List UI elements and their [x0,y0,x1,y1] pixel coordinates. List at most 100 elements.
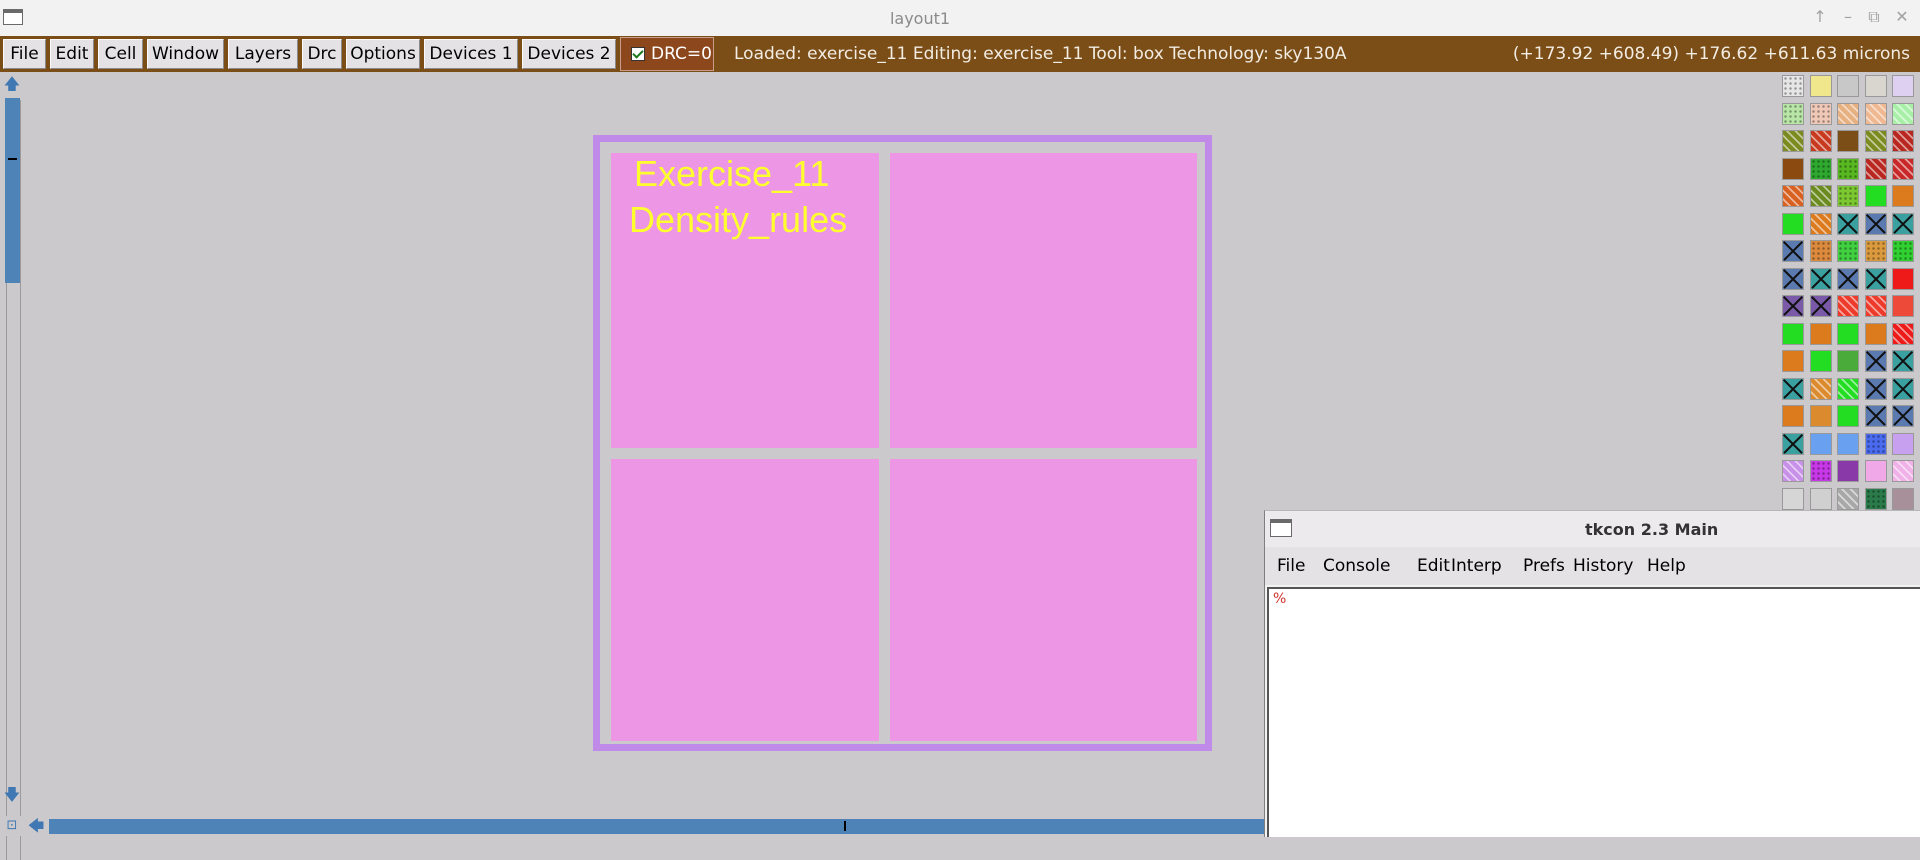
layer-swatch[interactable] [1864,130,1887,152]
tkcon-menu-prefs[interactable]: Prefs [1523,556,1565,576]
layer-swatch[interactable] [1809,240,1832,262]
layer-swatch[interactable] [1809,157,1832,180]
layer-swatch[interactable] [1809,267,1832,290]
tkcon-menu-interp[interactable]: Interp [1451,556,1502,576]
layer-swatch[interactable] [1782,432,1804,455]
layer-swatch[interactable] [1782,350,1804,372]
layer-swatch[interactable] [1809,487,1832,510]
layer-swatch[interactable] [1809,75,1832,97]
minimize-icon[interactable]: – [1838,7,1858,26]
layer-swatch[interactable] [1837,487,1859,510]
layer-swatch[interactable] [1864,350,1887,372]
layer-swatch[interactable] [1837,240,1859,262]
layer-swatch[interactable] [1782,240,1804,262]
layer-swatch[interactable] [1892,377,1914,400]
layer-swatch[interactable] [1837,212,1859,235]
layer-swatch[interactable] [1892,212,1914,235]
layer-swatch[interactable] [1809,130,1832,152]
menu-options[interactable]: Options [346,39,420,69]
layer-swatch[interactable] [1782,102,1804,125]
layer-swatch[interactable] [1782,212,1804,235]
layer-swatch[interactable] [1892,322,1914,345]
layer-swatch[interactable] [1782,322,1804,345]
arrow-up-icon[interactable]: 🡅 [3,75,21,93]
arrow-down-icon[interactable]: 🡇 [3,786,21,804]
layer-swatch[interactable] [1809,212,1832,235]
layer-swatch[interactable] [1809,350,1832,372]
layer-swatch[interactable] [1864,460,1887,482]
drc-checkbox[interactable] [631,47,645,61]
layer-swatch[interactable] [1864,157,1887,180]
layer-swatch[interactable] [1782,295,1804,317]
vertical-scroll-thumb[interactable] [5,98,20,283]
layer-swatch[interactable] [1809,322,1832,345]
layer-swatch[interactable] [1837,295,1859,317]
layer-swatch[interactable] [1837,185,1859,207]
layer-swatch[interactable] [1809,432,1832,455]
layer-swatch[interactable] [1782,377,1804,400]
layer-swatch[interactable] [1837,130,1859,152]
tkcon-menu-history[interactable]: History [1573,556,1633,576]
layer-swatch[interactable] [1782,487,1804,510]
layer-swatch[interactable] [1837,377,1859,400]
layer-swatch[interactable] [1782,267,1804,290]
menu-edit[interactable]: Edit [50,39,94,69]
layer-swatch[interactable] [1864,377,1887,400]
layer-swatch[interactable] [1782,185,1804,207]
maximize-icon[interactable]: ⧉ [1864,7,1884,27]
tkcon-menu-console[interactable]: Console [1323,556,1391,576]
density-cell-bottom-right[interactable] [890,459,1197,741]
layer-swatch[interactable] [1864,295,1887,317]
layer-swatch[interactable] [1892,405,1914,427]
layer-swatch[interactable] [1782,157,1804,180]
layer-swatch[interactable] [1892,75,1914,97]
layer-swatch[interactable] [1892,157,1914,180]
density-cell-top-right[interactable] [890,153,1197,448]
layer-swatch[interactable] [1809,460,1832,482]
tkcon-console[interactable]: % [1267,587,1920,837]
layer-swatch[interactable] [1782,75,1804,97]
layer-swatch[interactable] [1864,487,1887,510]
density-cell-bottom-left[interactable] [611,459,879,741]
tkcon-menu-help[interactable]: Help [1647,556,1686,576]
layer-swatch[interactable] [1864,322,1887,345]
layer-swatch[interactable] [1864,185,1887,207]
layer-swatch[interactable] [1892,487,1914,510]
horizontal-scroll-thumb[interactable] [49,819,1264,834]
arrow-left-icon[interactable]: 🡄 [27,817,45,835]
layer-swatch[interactable] [1809,295,1832,317]
layout-boundary[interactable]: Exercise_11 Density_rules [593,135,1212,751]
layer-swatch[interactable] [1864,432,1887,455]
keep-above-icon[interactable]: ↑ [1810,7,1830,26]
layer-swatch[interactable] [1892,432,1914,455]
layer-swatch[interactable] [1892,185,1914,207]
drc-toggle[interactable]: DRC=0 [620,37,714,71]
menu-cell[interactable]: Cell [98,39,143,69]
density-cell-top-left[interactable] [611,153,879,448]
tkcon-menu-edit[interactable]: Edit [1417,556,1450,576]
layer-swatch[interactable] [1892,267,1914,290]
layer-swatch[interactable] [1837,432,1859,455]
layer-swatch[interactable] [1782,130,1804,152]
layer-swatch[interactable] [1864,75,1887,97]
layer-swatch[interactable] [1837,102,1859,125]
layer-swatch[interactable] [1892,240,1914,262]
tkcon-window-menu-icon[interactable] [1270,519,1292,537]
layer-swatch[interactable] [1809,185,1832,207]
layer-swatch[interactable] [1837,322,1859,345]
layer-swatch[interactable] [1864,267,1887,290]
zoom-box-icon[interactable]: ⊡ [3,817,21,835]
layer-swatch[interactable] [1892,350,1914,372]
layer-swatch[interactable] [1782,460,1804,482]
layer-swatch[interactable] [1864,212,1887,235]
layer-swatch[interactable] [1892,460,1914,482]
layer-swatch[interactable] [1809,102,1832,125]
layer-swatch[interactable] [1837,405,1859,427]
layer-swatch[interactable] [1809,377,1832,400]
layer-swatch[interactable] [1892,295,1914,317]
menu-devices-2[interactable]: Devices 2 [522,39,616,69]
menu-drc[interactable]: Drc [302,39,342,69]
menu-layers[interactable]: Layers [228,39,298,69]
layer-swatch[interactable] [1892,102,1914,125]
layer-swatch[interactable] [1837,350,1859,372]
